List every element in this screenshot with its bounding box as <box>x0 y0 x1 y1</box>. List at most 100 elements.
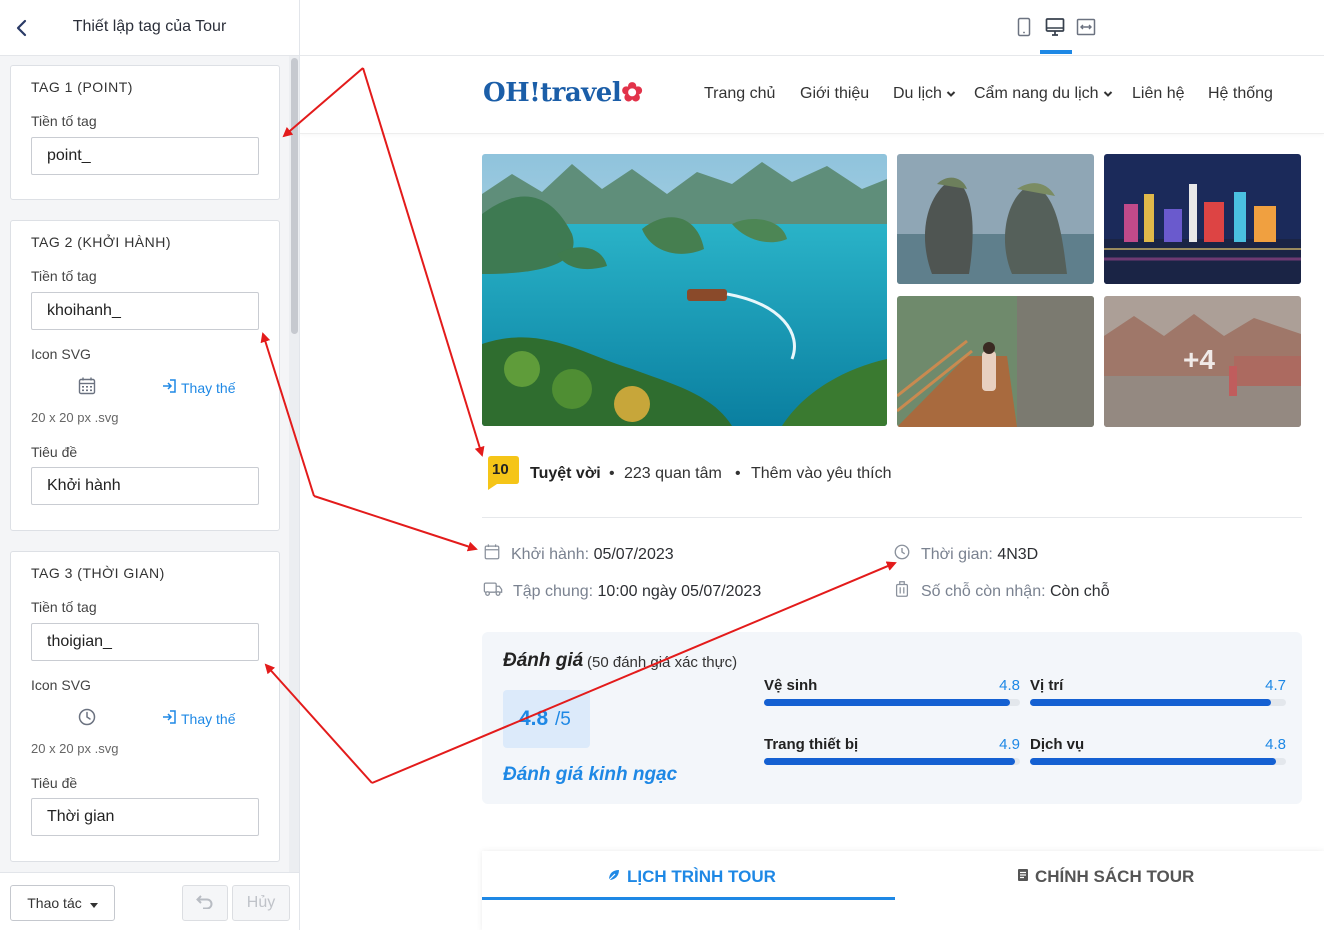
nav-system[interactable]: Hệ thống <box>1208 85 1273 103</box>
tag1-prefix-label: Tiền tố tag <box>31 113 97 129</box>
calendar-icon <box>77 376 99 398</box>
fullwidth-view-icon[interactable] <box>1075 16 1097 38</box>
nav-contact[interactable]: Liên hệ <box>1132 85 1185 103</box>
review-score-box: 4.8 /5 <box>503 690 590 748</box>
criterion-bar <box>1030 699 1286 706</box>
tag2-replace-button[interactable]: Thay thế <box>161 378 235 397</box>
criterion-name: Vị trí <box>1030 677 1064 694</box>
criterion-bar-fill <box>1030 699 1271 706</box>
nav-guide[interactable]: Cẩm nang du lịch <box>974 85 1113 103</box>
score-badge: 10 <box>485 456 519 490</box>
nav-about[interactable]: Giới thiệu <box>800 85 869 103</box>
review-title: Đánh giá <box>503 650 584 671</box>
tag2-title-input[interactable]: Khởi hành <box>31 467 259 505</box>
calendar-icon <box>483 543 501 566</box>
review-count: (50 đánh giá xác thực) <box>587 654 738 671</box>
replace-icon <box>161 378 177 397</box>
tag1-prefix-input[interactable]: point_ <box>31 137 259 175</box>
luggage-icon <box>893 580 911 603</box>
depart-value: 05/07/2023 <box>593 545 674 563</box>
tag3-replace-label: Thay thế <box>181 710 236 727</box>
meeting-label: Tập chung: <box>513 582 594 600</box>
tag-settings-panel: Thiết lập tag của Tour TAG 1 (POINT) Tiề… <box>0 0 300 930</box>
tag2-title-label: Tiêu đề <box>31 444 78 460</box>
more-photos-count: +4 <box>1183 344 1215 375</box>
mobile-view-icon[interactable] <box>1013 16 1035 38</box>
criterion-value: 4.9 <box>999 736 1020 753</box>
criterion-value: 4.7 <box>1265 677 1286 694</box>
tab-itinerary[interactable]: LỊCH TRÌNH TOUR <box>607 867 776 887</box>
tag2-icon-hint: 20 x 20 px .svg <box>31 410 119 425</box>
clock-icon <box>77 707 99 729</box>
score-value: 10 <box>492 461 509 478</box>
depart-label: Khởi hành: <box>511 545 590 563</box>
criterion-name: Dịch vụ <box>1030 736 1085 753</box>
tag3-title-input[interactable]: Thời gian <box>31 798 259 836</box>
divider <box>482 517 1302 518</box>
site-logo[interactable]: OH!travel✿ <box>483 78 643 108</box>
seats-value: Còn chỗ <box>1050 582 1110 600</box>
tag3-replace-button[interactable]: Thay thế <box>161 709 235 728</box>
nav-travel-label: Du lịch <box>893 85 942 102</box>
app-root: Thiết lập tag của Tour TAG 1 (POINT) Tiề… <box>0 0 1324 930</box>
seats-label: Số chỗ còn nhận: <box>921 582 1046 600</box>
gallery-photo-1[interactable] <box>897 154 1094 284</box>
panel-footer: Thao tác Hủy <box>0 872 299 930</box>
dot-sep: • <box>735 465 741 482</box>
criterion-value: 4.8 <box>1265 736 1286 753</box>
criterion-bar-fill <box>1030 758 1276 765</box>
actions-dropdown-button[interactable]: Thao tác <box>10 885 115 921</box>
gallery-photo-2[interactable] <box>1104 154 1301 284</box>
flower-icon: ✿ <box>621 78 643 108</box>
site-navbar: OH!travel✿ Trang chủ Giới thiệu Du lịch … <box>300 56 1324 134</box>
tag1-card: TAG 1 (POINT) Tiền tố tag point_ <box>10 65 280 200</box>
duration-label: Thời gian: <box>921 545 993 563</box>
tab-policy[interactable]: CHÍNH SÁCH TOUR <box>1017 867 1194 887</box>
tag2-replace-label: Thay thế <box>181 379 236 396</box>
meeting-value: 10:00 ngày 05/07/2023 <box>597 582 762 600</box>
tag3-prefix-label: Tiền tố tag <box>31 599 97 615</box>
panel-scrollbar-thumb[interactable] <box>291 58 298 334</box>
criterion-bar <box>764 758 1020 765</box>
active-device-indicator <box>1040 50 1072 54</box>
desktop-view-icon[interactable] <box>1044 16 1066 38</box>
tag2-prefix-label: Tiền tố tag <box>31 268 97 284</box>
cancel-button[interactable]: Hủy <box>232 885 290 921</box>
nav-home[interactable]: Trang chủ <box>704 85 775 103</box>
add-favorite-link[interactable]: Thêm vào yêu thích <box>751 465 892 483</box>
review-score: 4.8 <box>519 707 549 730</box>
panel-title: Thiết lập tag của Tour <box>72 18 227 35</box>
tag2-icon-label: Icon SVG <box>31 346 91 362</box>
logo-text: OH!travel <box>483 78 622 108</box>
tag3-prefix-input[interactable]: thoigian_ <box>31 623 259 661</box>
tag2-heading: TAG 2 (KHỞI HÀNH) <box>31 234 172 250</box>
chevron-down-icon <box>946 85 956 103</box>
nav-guide-label: Cẩm nang du lịch <box>974 85 1099 102</box>
clock-icon <box>893 543 911 566</box>
interest-count: 223 quan tâm <box>624 465 722 482</box>
tag2-card: TAG 2 (KHỞI HÀNH) Tiền tố tag khoihanh_ … <box>10 220 280 531</box>
gallery-photo-more[interactable]: +4 <box>1104 296 1301 427</box>
device-toggle-bar <box>300 0 1324 56</box>
tag3-title-label: Tiêu đề <box>31 775 78 791</box>
tag3-icon-hint: 20 x 20 px .svg <box>31 741 119 756</box>
nav-travel[interactable]: Du lịch <box>893 85 956 103</box>
active-tab-underline <box>482 897 895 900</box>
leaf-icon <box>607 867 621 887</box>
replace-icon <box>161 709 177 728</box>
review-verdict: Đánh giá kinh ngạc <box>503 764 678 785</box>
dot-sep: • <box>609 465 615 482</box>
panel-header: Thiết lập tag của Tour <box>0 0 299 56</box>
main-tour-photo[interactable] <box>482 154 887 426</box>
review-summary: Đánh giá (50 đánh giá xác thực) 4.8 /5 Đ… <box>482 632 1302 804</box>
criterion-bar <box>764 699 1020 706</box>
tab-itinerary-label: LỊCH TRÌNH TOUR <box>627 867 776 886</box>
tag2-prefix-input[interactable]: khoihanh_ <box>31 292 259 330</box>
meeting-info: Tập chung: 10:00 ngày 05/07/2023 <box>483 580 761 603</box>
criterion-name: Trang thiết bị <box>764 736 859 753</box>
criterion-bar-fill <box>764 758 1015 765</box>
tab-policy-label: CHÍNH SÁCH TOUR <box>1035 867 1195 886</box>
undo-button[interactable] <box>182 885 228 921</box>
duration-value: 4N3D <box>997 545 1039 563</box>
gallery-photo-3[interactable] <box>897 296 1094 427</box>
